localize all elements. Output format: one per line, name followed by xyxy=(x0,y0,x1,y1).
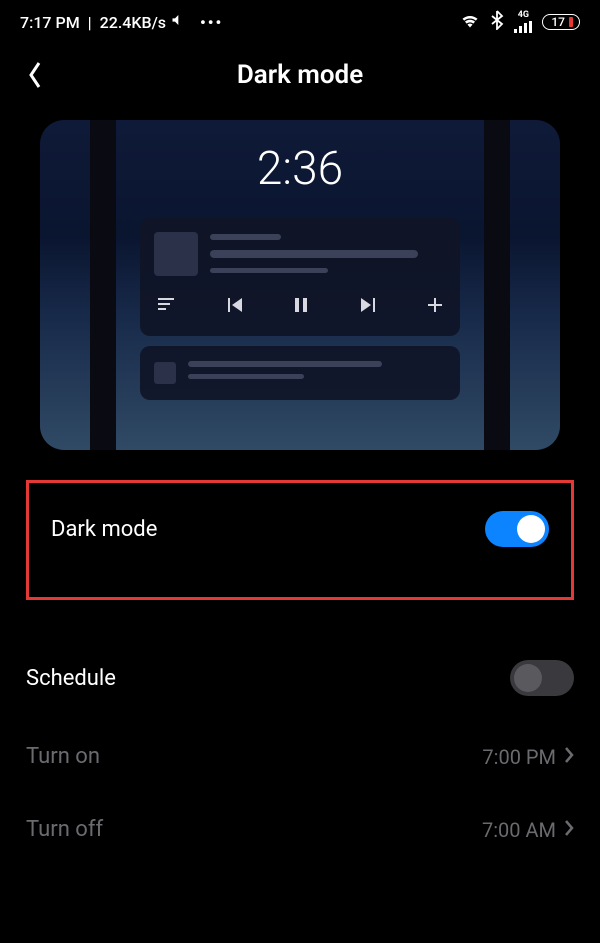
setting-schedule[interactable]: Schedule xyxy=(0,636,600,720)
cellular-icon: 4G xyxy=(514,11,532,33)
previous-icon xyxy=(228,297,242,316)
preview-notification xyxy=(140,346,460,400)
status-right: 4G 17 xyxy=(460,10,580,34)
status-left: 7:17 PM | 22.4KB/s ••• xyxy=(20,10,223,34)
page-title: Dark mode xyxy=(50,60,550,90)
mute-icon xyxy=(170,10,190,34)
status-time: 7:17 PM xyxy=(20,13,80,32)
schedule-toggle[interactable] xyxy=(510,660,574,696)
album-art-placeholder xyxy=(154,232,198,276)
preview-media-widget xyxy=(140,218,460,336)
setting-dark-mode[interactable]: Dark mode xyxy=(47,501,553,557)
title-bar: Dark mode xyxy=(0,40,600,120)
highlight-annotation: Dark mode xyxy=(26,480,574,600)
preview-clock: 2:36 xyxy=(257,142,343,196)
wifi-icon xyxy=(460,12,480,32)
battery-percent: 17 xyxy=(551,15,565,29)
pause-icon xyxy=(295,297,307,316)
dark-mode-label: Dark mode xyxy=(51,517,157,542)
turn-off-label: Turn off xyxy=(26,817,103,842)
plus-icon xyxy=(428,297,442,316)
setting-turn-off[interactable]: Turn off 7:00 AM xyxy=(0,793,600,866)
bluetooth-icon xyxy=(490,10,504,34)
turn-on-label: Turn on xyxy=(26,744,100,769)
battery-icon: 17 xyxy=(542,14,580,30)
turn-off-value: 7:00 AM xyxy=(482,818,556,842)
next-icon xyxy=(361,297,375,316)
theme-preview: 2:36 xyxy=(40,120,560,450)
chevron-right-icon xyxy=(564,819,574,841)
playlist-icon xyxy=(158,297,174,316)
turn-on-value: 7:00 PM xyxy=(482,745,556,769)
status-speed: 22.4KB/s xyxy=(100,13,166,32)
setting-turn-on[interactable]: Turn on 7:00 PM xyxy=(0,720,600,793)
more-dots-icon: ••• xyxy=(200,13,223,32)
chevron-right-icon xyxy=(564,746,574,768)
status-bar: 7:17 PM | 22.4KB/s ••• 4G 17 xyxy=(0,0,600,40)
schedule-label: Schedule xyxy=(26,666,116,691)
dark-mode-toggle[interactable] xyxy=(485,511,549,547)
back-button[interactable] xyxy=(20,60,50,90)
